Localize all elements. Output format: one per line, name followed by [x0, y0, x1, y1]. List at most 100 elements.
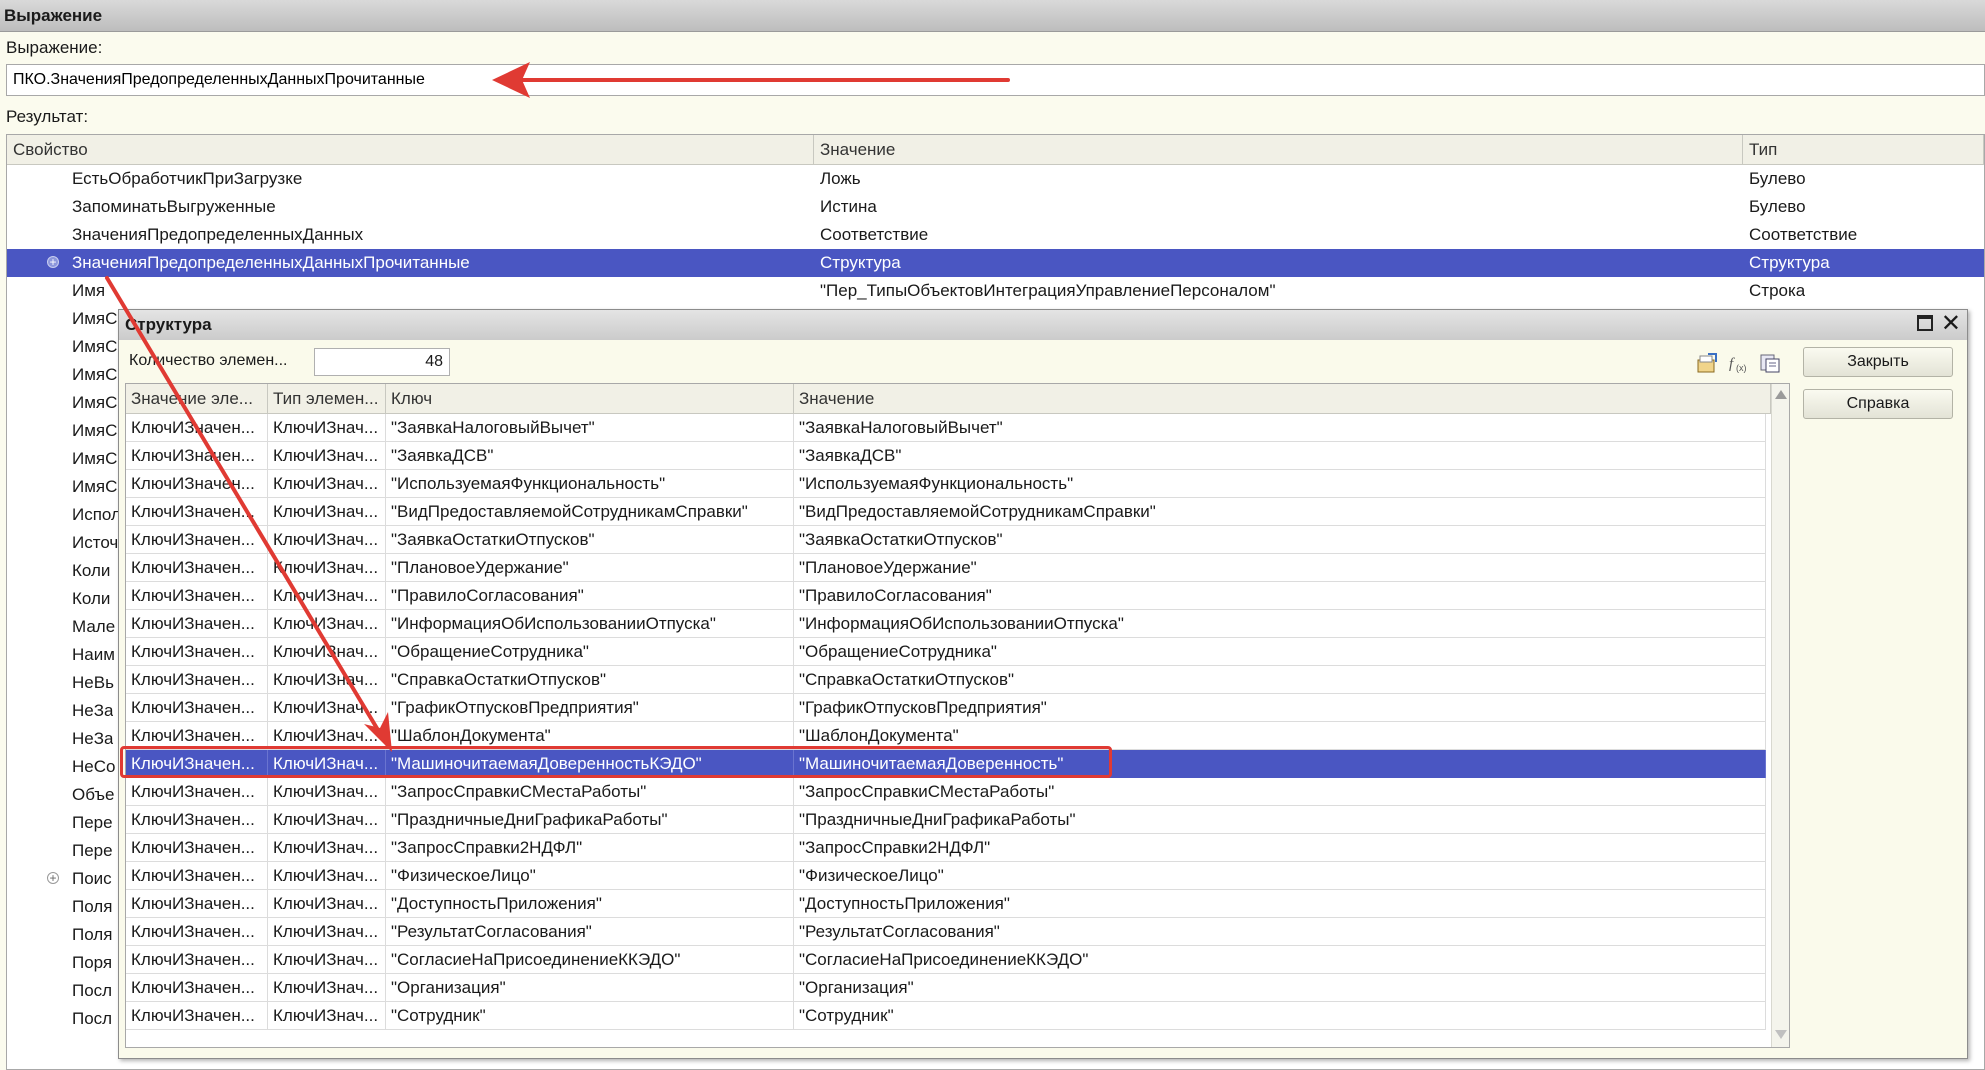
property-cell: ЗначенияПредопределенныхДанныхПрочитанны… — [72, 253, 470, 272]
key-cell: "МашиночитаемаяДоверенностьКЭДО" — [386, 750, 794, 778]
structure-row[interactable]: КлючИЗначен... КлючИЗнач... "СправкаОстатк… — [126, 666, 1766, 694]
fx-expression-icon[interactable]: f (x) — [1728, 352, 1750, 374]
structure-row[interactable]: КлючИЗначен... КлючИЗнач... "ЗапросСправки… — [126, 834, 1766, 862]
property-cell: Посл — [72, 981, 113, 1000]
element-value-cell: КлючИЗначен... — [126, 974, 268, 1002]
key-cell: "РезультатСогласования" — [386, 918, 794, 946]
element-type-cell: КлючИЗнач... — [268, 890, 386, 918]
structure-row[interactable]: КлючИЗначен... КлючИЗнач... "РезультатСогл… — [126, 918, 1766, 946]
key-cell: "ГрафикОтпусковПредприятия" — [386, 694, 794, 722]
property-cell: Коли — [72, 561, 111, 580]
structure-row[interactable]: КлючИЗначен... КлючИЗнач... "ШаблонДокумен… — [126, 722, 1766, 750]
structure-row[interactable]: КлючИЗначен... КлючИЗнач... "ПраздничныеДн… — [126, 806, 1766, 834]
element-value-cell: КлючИЗначен... — [126, 554, 268, 582]
column-header-value[interactable]: Значение — [814, 135, 1743, 165]
close-button[interactable]: Закрыть — [1803, 347, 1953, 377]
element-value-cell: КлючИЗначен... — [126, 890, 268, 918]
property-cell: Источ — [72, 533, 119, 552]
property-cell: Пере — [72, 841, 113, 860]
result-row[interactable]: ЕстьОбработчикПриЗагрузке Ложь Булево — [7, 165, 1984, 193]
structure-row[interactable]: КлючИЗначен... КлючИЗнач... "ПлановоеУдерж… — [126, 554, 1766, 582]
count-field[interactable]: 48 — [314, 348, 450, 376]
value-cell: "ШаблонДокумента" — [794, 722, 1766, 750]
structure-row[interactable]: КлючИЗначен... КлючИЗнач... "ЗапросСправки… — [126, 778, 1766, 806]
value-cell: "ЗаявкаДСВ" — [794, 442, 1766, 470]
result-row[interactable]: Имя "Пер_ТипыОбъектовИнтеграцияУправление… — [7, 277, 1984, 305]
element-type-cell: КлючИЗнач... — [268, 554, 386, 582]
close-icon[interactable]: ✕ — [1941, 311, 1961, 337]
key-cell: "ИнформацияОбИспользованииОтпуска" — [386, 610, 794, 638]
value-cell: "ЗаявкаОстаткиОтпусков" — [794, 526, 1766, 554]
element-value-cell: КлючИЗначен... — [126, 834, 268, 862]
structure-row[interactable]: КлючИЗначен... КлючИЗнач... "ФизическоеЛиц… — [126, 862, 1766, 890]
value-cell: "ЗаявкаНалоговыйВычет" — [794, 414, 1766, 442]
element-type-cell: КлючИЗнач... — [268, 1002, 386, 1030]
structure-grid[interactable]: Значение эле... Тип элемен... Ключ Значе… — [125, 383, 1790, 1048]
property-cell: НеВь — [72, 673, 114, 692]
element-value-cell: КлючИЗначен... — [126, 1002, 268, 1030]
property-cell: ЗапоминатьВыгруженные — [72, 197, 276, 216]
element-value-cell: КлючИЗначен... — [126, 498, 268, 526]
element-type-cell: КлючИЗнач... — [268, 526, 386, 554]
key-cell: "ШаблонДокумента" — [386, 722, 794, 750]
structure-row[interactable]: КлючИЗначен... КлючИЗнач... "Сотрудник" "Со… — [126, 1002, 1766, 1030]
element-type-cell: КлючИЗнач... — [268, 778, 386, 806]
column-header-property[interactable]: Свойство — [7, 135, 814, 165]
result-row[interactable]: + ЗначенияПредопределенныхДанныхПрочитанн… — [7, 249, 1984, 277]
expression-input[interactable] — [6, 64, 1985, 96]
open-value-icon[interactable] — [1696, 352, 1718, 374]
value-cell: "Организация" — [794, 974, 1766, 1002]
scroll-up-icon[interactable] — [1775, 390, 1787, 399]
structure-row[interactable]: КлючИЗначен... КлючИЗнач... "ПравилоСоглас… — [126, 582, 1766, 610]
property-cell: НеЗа — [72, 729, 114, 748]
help-button[interactable]: Справка — [1803, 389, 1953, 419]
structure-row[interactable]: КлючИЗначен... КлючИЗнач... "СогласиеНаПри… — [126, 946, 1766, 974]
element-type-cell: КлючИЗнач... — [268, 694, 386, 722]
result-row[interactable]: ЗначенияПредопределенныхДанных Соответств… — [7, 221, 1984, 249]
property-cell: Объе — [72, 785, 115, 804]
scroll-down-icon[interactable] — [1775, 1030, 1787, 1039]
key-cell: "ЗаявкаДСВ" — [386, 442, 794, 470]
copy-icon[interactable] — [1759, 352, 1781, 374]
structure-row[interactable]: КлючИЗначен... КлючИЗнач... "ДоступностьПр… — [126, 890, 1766, 918]
property-cell: ИмяС — [72, 421, 118, 440]
structure-row[interactable]: КлючИЗначен... КлючИЗнач... "ИнформацияОбИ… — [126, 610, 1766, 638]
property-cell: НеСо — [72, 757, 116, 776]
key-cell: "Организация" — [386, 974, 794, 1002]
column-header-key[interactable]: Ключ — [386, 384, 794, 414]
maximize-icon[interactable] — [1917, 315, 1933, 331]
element-value-cell: КлючИЗначен... — [126, 666, 268, 694]
element-value-cell: КлючИЗначен... — [126, 918, 268, 946]
structure-row[interactable]: КлючИЗначен... КлючИЗнач... "ОбращениеСотр… — [126, 638, 1766, 666]
structure-row[interactable]: КлючИЗначен... КлючИЗнач... "ВидПредоставл… — [126, 498, 1766, 526]
column-header-value[interactable]: Значение — [794, 384, 1771, 414]
structure-row[interactable]: КлючИЗначен... КлючИЗнач... "Организация" "… — [126, 974, 1766, 1002]
element-type-cell: КлючИЗнач... — [268, 582, 386, 610]
structure-dialog: Структура ✕ Количество элемен... 48 f (x… — [118, 309, 1968, 1059]
type-cell: Строка — [1749, 281, 1806, 300]
vertical-scrollbar[interactable] — [1771, 384, 1789, 1047]
result-row[interactable]: ЗапоминатьВыгруженные Истина Булево — [7, 193, 1984, 221]
column-header-element-value[interactable]: Значение эле... — [126, 384, 268, 414]
column-header-type[interactable]: Тип — [1743, 135, 1984, 165]
property-cell: ЕстьОбработчикПриЗагрузке — [72, 169, 303, 188]
structure-row[interactable]: КлючИЗначен... КлючИЗнач... "ГрафикОтпуско… — [126, 694, 1766, 722]
structure-row[interactable]: КлючИЗначен... КлючИЗнач... "ЗаявкаОстатки… — [126, 526, 1766, 554]
value-cell: "СогласиеНаПрисоединениеККЭДО" — [794, 946, 1766, 974]
svg-text:f: f — [1729, 356, 1735, 372]
column-header-element-type[interactable]: Тип элемен... — [268, 384, 386, 414]
value-cell: "ИспользуемаяФункциональность" — [794, 470, 1766, 498]
structure-row[interactable]: КлючИЗначен... КлючИЗнач... "ЗаявкаНалогов… — [126, 414, 1766, 442]
property-cell: НеЗа — [72, 701, 114, 720]
structure-row[interactable]: КлючИЗначен... КлючИЗнач... "ИспользуемаяФ… — [126, 470, 1766, 498]
element-value-cell: КлючИЗначен... — [126, 750, 268, 778]
structure-row[interactable]: КлючИЗначен... КлючИЗнач... "ЗаявкаДСВ" "За… — [126, 442, 1766, 470]
structure-row-selected[interactable]: КлючИЗначен... КлючИЗнач... "Машиночитаема… — [126, 750, 1766, 778]
expand-icon[interactable]: + — [47, 872, 59, 884]
expand-icon[interactable]: + — [47, 256, 59, 268]
element-value-cell: КлючИЗначен... — [126, 778, 268, 806]
element-value-cell: КлючИЗначен... — [126, 862, 268, 890]
element-value-cell: КлючИЗначен... — [126, 526, 268, 554]
type-cell: Булево — [1749, 169, 1806, 188]
value-cell: Соответствие — [820, 225, 929, 244]
